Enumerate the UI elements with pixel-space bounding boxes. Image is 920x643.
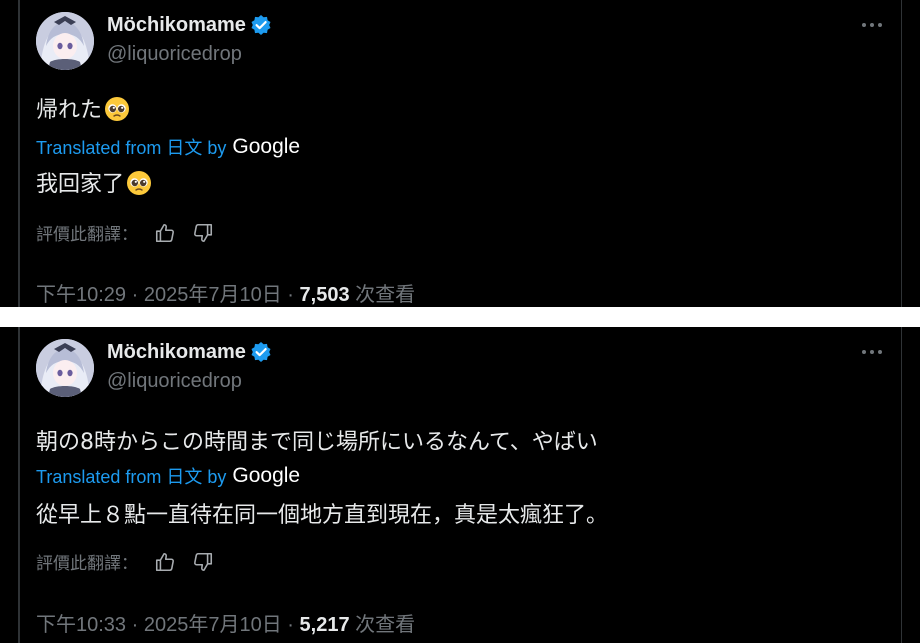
separator-dot: · <box>287 284 294 306</box>
translation-attribution[interactable]: Translated from 日文 by Google <box>36 463 300 489</box>
rate-translation-row: 評價此翻譯： <box>36 549 214 574</box>
verified-badge-icon <box>251 15 271 35</box>
screenshot-separator <box>0 307 920 327</box>
rate-translation-label: 評價此翻譯： <box>36 554 138 574</box>
thumbs-down-icon[interactable] <box>192 551 214 573</box>
post-translated-text: 我回家了 <box>36 166 152 198</box>
post-card[interactable]: Möchikomame @liquoricedrop 朝の8時からこの時間まで同… <box>0 327 920 643</box>
thumbs-down-icon[interactable] <box>192 222 214 244</box>
divider <box>18 327 20 643</box>
post-metadata: 下午10:33 · 2025年7月10日 · 5,217 次查看 <box>36 608 415 637</box>
author-handle[interactable]: @liquoricedrop <box>107 43 242 66</box>
avatar[interactable] <box>36 339 94 397</box>
thumbs-up-icon[interactable] <box>154 551 176 573</box>
google-logo: Google <box>232 464 301 487</box>
post-translated-text: 從早上８點一直待在同一個地方直到現在，真是太瘋狂了。 <box>36 497 608 529</box>
translation-attribution[interactable]: Translated from 日文 by Google <box>36 134 300 160</box>
author-name-text[interactable]: Möchikomame <box>107 14 246 37</box>
author-display-name[interactable]: Möchikomame <box>107 12 272 38</box>
original-text: 朝の8時からこの時間まで同じ場所にいるなんて、やばい <box>36 430 598 455</box>
thumbs-up-icon[interactable] <box>154 222 176 244</box>
more-horizontal-icon[interactable] <box>858 341 886 363</box>
separator-dot: · <box>131 284 139 306</box>
post-card[interactable]: Möchikomame @liquoricedrop 帰れた Translate… <box>0 0 920 307</box>
pleading-face-emoji <box>127 171 152 195</box>
views-count: 7,503 <box>299 284 350 306</box>
post-original-text: 帰れた <box>36 92 130 124</box>
pleading-face-emoji <box>105 97 130 121</box>
author-name-text[interactable]: Möchikomame <box>107 341 246 364</box>
views-count: 5,217 <box>299 614 350 636</box>
avatar[interactable] <box>36 12 94 70</box>
more-horizontal-icon[interactable] <box>858 14 886 36</box>
translated-from-label[interactable]: Translated from 日文 by <box>36 463 226 489</box>
original-text: 帰れた <box>36 98 103 123</box>
post-time[interactable]: 下午10:33 <box>36 614 126 636</box>
post-date[interactable]: 2025年7月10日 <box>144 614 282 636</box>
google-logo: Google <box>232 135 301 158</box>
rate-translation-row: 評價此翻譯： <box>36 220 214 245</box>
translated-from-label[interactable]: Translated from 日文 by <box>36 134 226 160</box>
separator-dot: · <box>131 614 139 636</box>
post-time[interactable]: 下午10:29 <box>36 284 126 306</box>
translated-text: 從早上８點一直待在同一個地方直到現在，真是太瘋狂了。 <box>36 503 609 528</box>
views-label: 次查看 <box>355 284 416 306</box>
separator-dot: · <box>287 614 294 636</box>
verified-badge-icon <box>251 342 271 362</box>
rate-translation-label: 評價此翻譯： <box>36 225 138 245</box>
views-label: 次查看 <box>355 614 416 636</box>
post-date[interactable]: 2025年7月10日 <box>144 284 282 306</box>
author-display-name[interactable]: Möchikomame <box>107 339 272 365</box>
post-original-text: 朝の8時からこの時間まで同じ場所にいるなんて、やばい <box>36 424 598 456</box>
divider <box>18 0 20 307</box>
divider <box>901 327 902 643</box>
post-metadata: 下午10:29 · 2025年7月10日 · 7,503 次查看 <box>36 278 415 307</box>
divider <box>901 0 902 307</box>
author-handle[interactable]: @liquoricedrop <box>107 370 242 393</box>
translated-text: 我回家了 <box>36 172 125 197</box>
